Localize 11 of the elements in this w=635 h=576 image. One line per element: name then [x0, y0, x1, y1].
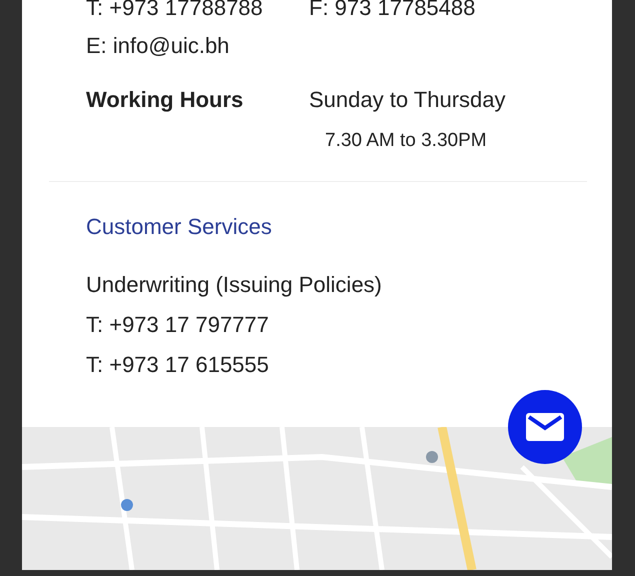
fax-number: F: 973 17785488 [309, 0, 476, 22]
hours-days: Sunday to Thursday [309, 86, 612, 114]
section-title: Customer Services [85, 213, 273, 241]
service-line: T: +973 17 797777 [86, 311, 270, 339]
phone-number: T: +973 17788788 [86, 0, 264, 22]
email-address: E: info@uic.bh [86, 32, 230, 60]
service-line: Underwriting (Issuing Policies) [86, 271, 383, 299]
hours-label: Working Hours [86, 86, 244, 114]
envelope-icon [526, 413, 564, 441]
hours-time: 7.30 AM to 3.30PM [324, 129, 488, 153]
service-line: T: +973 17 615555 [86, 351, 270, 379]
